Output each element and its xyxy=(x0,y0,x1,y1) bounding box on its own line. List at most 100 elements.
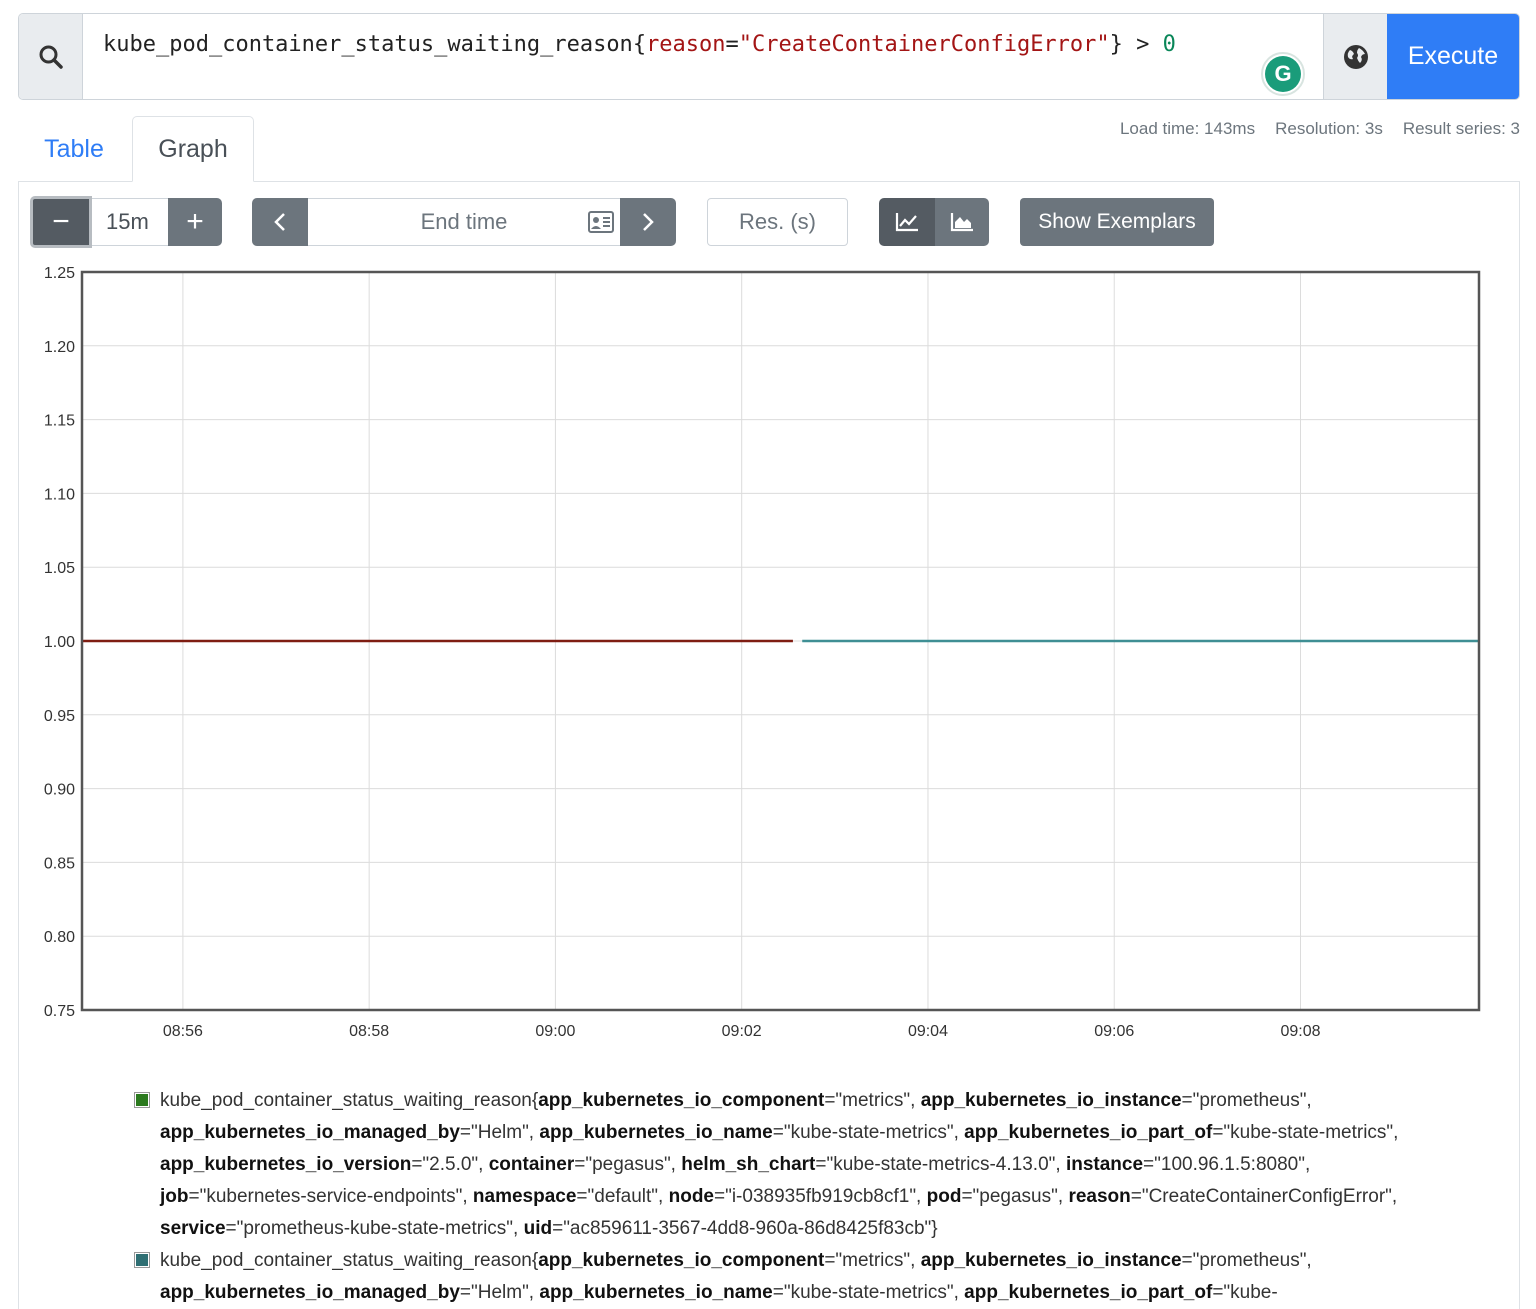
area-chart-icon xyxy=(950,213,973,232)
query-label-value: "CreateContainerConfigError" xyxy=(738,32,1110,57)
show-exemplars-button[interactable]: Show Exemplars xyxy=(1020,198,1214,246)
y-tick-label: 0.75 xyxy=(44,1003,75,1020)
legend-label-key: node xyxy=(668,1186,714,1207)
legend-label-value: ="2.5.0", xyxy=(411,1154,489,1175)
resolution-input[interactable]: Res. (s) xyxy=(707,198,848,246)
query-bar: kube_pod_container_status_waiting_reason… xyxy=(18,13,1520,100)
y-tick-label: 1.10 xyxy=(44,486,75,503)
end-time-control: End time xyxy=(252,198,676,246)
legend-metric-name: kube_pod_container_status_waiting_reason… xyxy=(160,1090,539,1111)
legend-metric-name: kube_pod_container_status_waiting_reason… xyxy=(160,1250,539,1271)
legend-label-key: app_kubernetes_io_instance xyxy=(920,1250,1182,1271)
unstacked-line-button[interactable] xyxy=(879,198,935,246)
legend-label-key: app_kubernetes_io_part_of xyxy=(964,1282,1213,1303)
legend-label-value: ="100.96.1.5:8080", xyxy=(1143,1154,1311,1175)
tab-graph[interactable]: Graph xyxy=(132,116,254,182)
x-tick-label: 09:06 xyxy=(1094,1023,1134,1040)
legend-label-value: ="prometheus", xyxy=(1181,1090,1312,1111)
legend-label-key: app_kubernetes_io_version xyxy=(160,1154,412,1175)
query-metric: kube_pod_container_status_waiting_reason xyxy=(103,32,633,57)
legend-label-value: ="kube-state-metrics", xyxy=(1212,1122,1399,1143)
legend-series-name: kube_pod_container_status_waiting_reason… xyxy=(160,1250,1312,1303)
legend-label-key: app_kubernetes_io_managed_by xyxy=(160,1122,460,1143)
legend-label-key: app_kubernetes_io_component xyxy=(538,1250,825,1271)
legend-label-key: pod xyxy=(926,1186,962,1207)
legend-label-key: instance xyxy=(1065,1154,1144,1175)
chevron-left-icon xyxy=(274,213,285,231)
query-expression-input[interactable]: kube_pod_container_status_waiting_reason… xyxy=(83,14,1323,99)
legend-label-key: app_kubernetes_io_component xyxy=(538,1090,825,1111)
legend-label-value: ="kube-state-metrics-4.13.0", xyxy=(815,1154,1066,1175)
legend-label-value: ="i-038935fb919cb8cf1", xyxy=(714,1186,927,1207)
query-label-name: reason xyxy=(646,32,726,57)
legend-series-name: kube_pod_container_status_waiting_reason… xyxy=(160,1090,1398,1239)
grammarly-icon: G xyxy=(1265,56,1301,92)
query-brace-close: } xyxy=(1109,32,1123,57)
range-input[interactable]: 15m xyxy=(92,198,168,246)
legend-label-value: ="kube-state-metrics", xyxy=(772,1282,965,1303)
query-equals: = xyxy=(725,32,739,57)
search-icon xyxy=(39,45,63,69)
legend-label-key: helm_sh_chart xyxy=(681,1154,816,1175)
y-tick-label: 1.15 xyxy=(44,413,75,430)
y-tick-label: 1.00 xyxy=(44,634,75,651)
calendar-icon[interactable] xyxy=(588,210,614,234)
y-tick-label: 1.25 xyxy=(44,265,75,282)
globe-icon xyxy=(1343,44,1368,69)
next-time-button[interactable] xyxy=(620,198,676,246)
end-time-placeholder: End time xyxy=(420,209,508,234)
chart-type-toggle xyxy=(879,198,989,246)
legend-label-value: ="pegasus", xyxy=(574,1154,682,1175)
legend-label-value: ="ac859611-3567-4dd8-960a-86d8425f83cb"} xyxy=(552,1218,938,1239)
legend-label-key: namespace xyxy=(472,1186,577,1207)
result-series: Result series: 3 xyxy=(1402,119,1520,138)
time-series-graph: 0.75 0.80 0.85 0.90 0.95 1.00 1.05 1.10 1.15 1.20… xyxy=(44,265,1481,1040)
legend-label-value: ="default", xyxy=(576,1186,669,1207)
legend-label-value: ="metrics", xyxy=(824,1250,921,1271)
x-axis-ticks: 08:56 08:58 09:00 09:02 09:04 09:06 09:08 xyxy=(163,1023,1321,1040)
legend-label-key: app_kubernetes_io_name xyxy=(539,1282,773,1303)
end-time-input[interactable]: End time xyxy=(308,198,620,246)
legend-label-key: app_kubernetes_io_name xyxy=(539,1122,773,1143)
line-chart-icon xyxy=(895,213,918,232)
legend-swatch xyxy=(134,1252,150,1268)
x-tick-label: 09:08 xyxy=(1280,1023,1320,1040)
legend-item[interactable]: kube_pod_container_status_waiting_reason… xyxy=(134,1085,1424,1245)
x-tick-label: 09:04 xyxy=(908,1023,948,1040)
previous-time-button[interactable] xyxy=(252,198,308,246)
metrics-explorer-button[interactable] xyxy=(1323,14,1387,99)
legend-label-value: ="prometheus", xyxy=(1181,1250,1312,1271)
legend-label-key: service xyxy=(160,1218,226,1239)
query-number: 0 xyxy=(1162,32,1176,57)
legend-swatch-color xyxy=(136,1254,148,1266)
execute-button[interactable]: Execute xyxy=(1387,14,1519,99)
legend-label-value: ="pegasus", xyxy=(961,1186,1069,1207)
stacked-area-button[interactable] xyxy=(935,198,989,246)
legend-label-value: ="Helm", xyxy=(459,1122,540,1143)
legend-label-key: reason xyxy=(1068,1186,1131,1207)
y-tick-label: 0.85 xyxy=(44,855,75,872)
y-axis-ticks: 0.75 0.80 0.85 0.90 0.95 1.00 1.05 1.10 1.15 1.20… xyxy=(44,265,75,1020)
x-tick-label: 09:02 xyxy=(722,1023,762,1040)
legend-label-key: uid xyxy=(523,1218,553,1239)
load-time: Load time: 143ms xyxy=(1119,119,1256,138)
legend-swatch-color xyxy=(136,1094,148,1106)
legend-label-key: app_kubernetes_io_managed_by xyxy=(160,1282,460,1303)
y-tick-label: 0.80 xyxy=(44,929,75,946)
query-brace-open: { xyxy=(632,32,647,57)
grammarly-button[interactable]: G xyxy=(1261,52,1305,96)
query-stats: Load time: 143ms Resolution: 3s Result s… xyxy=(1120,119,1520,139)
tab-table[interactable]: Table xyxy=(18,116,130,182)
query-operator: > xyxy=(1122,32,1163,57)
legend-label-value: ="metrics", xyxy=(824,1090,921,1111)
decrease-range-button[interactable]: − xyxy=(30,196,92,248)
x-tick-label: 09:00 xyxy=(535,1023,575,1040)
legend-label-value: ="kube- xyxy=(1212,1282,1278,1303)
increase-range-button[interactable]: + xyxy=(168,198,222,246)
legend-label-key: job xyxy=(160,1186,189,1207)
legend-item[interactable]: kube_pod_container_status_waiting_reason… xyxy=(134,1245,1424,1309)
legend-label-value: ="Helm", xyxy=(459,1282,540,1303)
legend-label-value: ="prometheus-kube-state-metrics", xyxy=(225,1218,524,1239)
resolution: Resolution: 3s xyxy=(1275,119,1383,138)
range-control: − 15m + xyxy=(30,196,222,248)
